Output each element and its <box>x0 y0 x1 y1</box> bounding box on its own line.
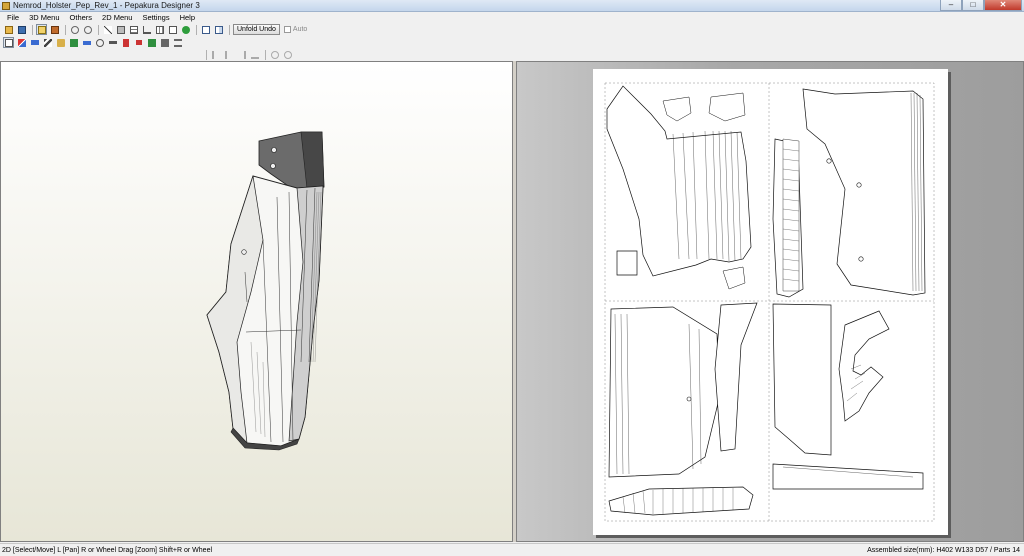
fold-icon[interactable] <box>16 37 27 48</box>
app-icon <box>2 1 10 10</box>
align-center-icon[interactable] <box>223 49 234 60</box>
toolbar-align <box>0 48 1024 61</box>
window-icon[interactable] <box>200 24 211 35</box>
close-button[interactable]: ✕ <box>984 0 1022 11</box>
undo-icon[interactable] <box>69 24 80 35</box>
toolbar-separator <box>206 49 207 60</box>
status-assembled-size: Assembled size(mm): H402 W133 D57 / Part… <box>867 546 1020 554</box>
plane-icon[interactable] <box>146 37 157 48</box>
stack-icon[interactable] <box>172 37 183 48</box>
toolbar-separator <box>98 24 99 35</box>
view-3d-panel[interactable] <box>0 61 513 542</box>
tab-icon[interactable] <box>120 37 131 48</box>
menu-3d[interactable]: 3D Menu <box>24 13 64 22</box>
align-bottom-icon[interactable] <box>249 49 260 60</box>
cube-icon[interactable] <box>115 24 126 35</box>
title-bar: Nemrod_Holster_Pep_Rev_1 - Pepakura Desi… <box>0 0 1024 12</box>
paper-sheet[interactable] <box>593 69 948 535</box>
toolbar-separator <box>196 24 197 35</box>
text-icon[interactable] <box>167 24 178 35</box>
flag-icon[interactable] <box>68 37 79 48</box>
toolbar-main: Unfold Undo Auto <box>0 23 1024 36</box>
unfolded-pattern[interactable] <box>593 69 948 535</box>
pen-icon[interactable] <box>102 24 113 35</box>
holster-3d-model[interactable] <box>1 62 512 541</box>
toolbar-separator <box>65 24 66 35</box>
grid-icon[interactable] <box>154 24 165 35</box>
menu-settings[interactable]: Settings <box>137 13 174 22</box>
join-icon[interactable] <box>42 37 53 48</box>
auto-checkbox[interactable]: Auto <box>283 26 308 33</box>
align-right-icon[interactable] <box>236 49 247 60</box>
menu-bar: File 3D Menu Others 2D Menu Settings Hel… <box>0 12 1024 23</box>
window-controls: – □ ✕ <box>940 0 1022 11</box>
menu-help[interactable]: Help <box>175 13 200 22</box>
globe-icon[interactable] <box>180 24 191 35</box>
menu-2d[interactable]: 2D Menu <box>97 13 137 22</box>
window-title: Nemrod_Holster_Pep_Rev_1 - Pepakura Desi… <box>13 1 200 10</box>
anchor-icon[interactable] <box>141 24 152 35</box>
scissors-icon[interactable] <box>81 37 92 48</box>
minimize-button[interactable]: – <box>940 0 962 11</box>
auto-checkbox-box[interactable] <box>283 26 291 33</box>
toolbar-separator <box>32 24 33 35</box>
auto-checkbox-label: Auto <box>292 26 308 33</box>
rotate-icon[interactable] <box>94 37 105 48</box>
save-icon[interactable] <box>16 24 27 35</box>
menu-file[interactable]: File <box>2 13 24 22</box>
select-icon[interactable] <box>3 37 14 48</box>
bar-icon[interactable] <box>29 37 40 48</box>
window-split-icon[interactable] <box>213 24 224 35</box>
toolbar-separator <box>265 49 266 60</box>
toolbar-separator <box>229 24 230 35</box>
unfold-undo-button[interactable]: Unfold Undo <box>233 24 280 35</box>
box-icon[interactable] <box>49 24 60 35</box>
layers-icon[interactable] <box>128 24 139 35</box>
status-hint: 2D [Select/Move] L [Pan] R or Wheel Drag… <box>2 546 213 554</box>
open-icon[interactable] <box>3 24 14 35</box>
pointer-icon[interactable] <box>36 24 47 35</box>
loop2-icon[interactable] <box>282 49 293 60</box>
status-bar: 2D [Select/Move] L [Pan] R or Wheel Drag… <box>0 543 1024 556</box>
maximize-button[interactable]: □ <box>962 0 984 11</box>
move-icon[interactable] <box>159 37 170 48</box>
menu-others[interactable]: Others <box>65 13 98 22</box>
tab2-icon[interactable] <box>133 37 144 48</box>
align-icon[interactable] <box>107 37 118 48</box>
align-left-icon[interactable] <box>210 49 221 60</box>
redo-icon[interactable] <box>82 24 93 35</box>
loop-icon[interactable] <box>269 49 280 60</box>
paint-icon[interactable] <box>55 37 66 48</box>
